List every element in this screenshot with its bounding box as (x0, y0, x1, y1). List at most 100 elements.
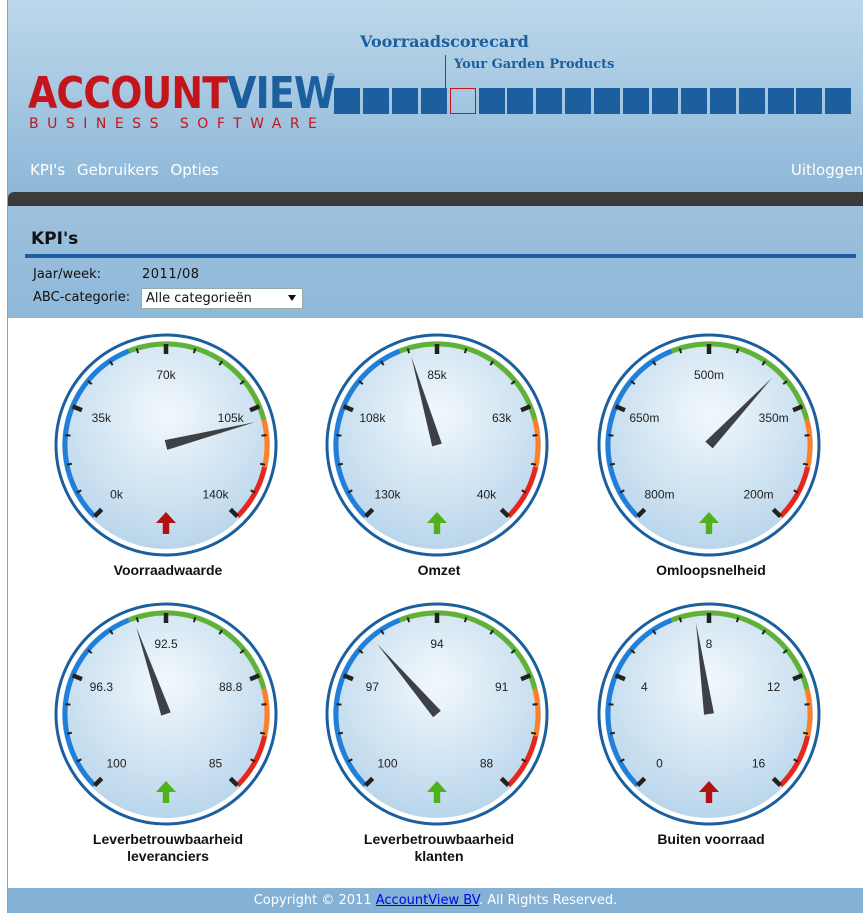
year-week-label: Jaar/week: (33, 267, 102, 282)
week-square (362, 88, 389, 114)
gauge-dial: 0 4 8 12 16 (597, 602, 821, 826)
gauge-minor-tick (530, 731, 537, 735)
footer-company-link[interactable]: AccountView BV (376, 893, 479, 908)
header-divider-bar (8, 192, 863, 206)
gauge-dial: 100 97 94 91 88 (325, 602, 549, 826)
gauge-minor-tick (678, 617, 683, 623)
gauge-tick-label: 97 (366, 680, 380, 694)
gauge-minor-tick (259, 731, 266, 735)
gauge-minor-tick (735, 348, 740, 354)
logo-part-view: VIEW (227, 68, 335, 119)
week-marker-line (445, 55, 446, 88)
nav-gebruikers[interactable]: Gebruikers (77, 161, 159, 179)
gauge-card: 0k 35k 70k 105k 140k Voorraadwaarde (53, 332, 283, 579)
gauge-title-line: Buiten voorraad (657, 831, 765, 847)
gauge-card: 130k 108k 85k 63k 40k Omzet (324, 332, 554, 579)
gauge-title: Leverbetrouwbaarheid klanten (324, 831, 554, 865)
week-square (767, 88, 794, 114)
gauge-tick-label: 4 (641, 680, 648, 694)
gauge-tick-label: 800m (644, 487, 674, 501)
nav-opties[interactable]: Opties (170, 161, 218, 179)
gauge-minor-tick (609, 462, 616, 466)
gauge-tick-label: 16 (752, 756, 766, 770)
gauge-tick-label: 85 (209, 756, 223, 770)
year-week-value: 2011/08 (142, 267, 200, 282)
header: ACCOUNTVIEW ® BUSINESS SOFTWARE Voorraad… (8, 0, 863, 206)
gauge-tick-label: 500m (694, 368, 724, 382)
page-frame: ACCOUNTVIEW ® BUSINESS SOFTWARE Voorraad… (8, 0, 863, 913)
week-square (680, 88, 707, 114)
gauge-tick-label: 92.5 (154, 637, 178, 651)
week-square (478, 88, 505, 114)
company-name: Your Garden Products (454, 57, 615, 72)
gauge-minor-tick (66, 731, 73, 735)
gauge-minor-tick (337, 731, 344, 735)
gauge-title-line: klanten (414, 848, 464, 864)
gauge-card: 0 4 8 12 16 Buiten voorraad (596, 601, 826, 848)
gauge-tick-label: 105k (218, 411, 245, 425)
gauge-minor-tick (802, 731, 809, 735)
gauge-tick-label: 88 (480, 756, 494, 770)
week-square (623, 88, 649, 114)
gauge-tick-label: 350m (759, 411, 789, 425)
gauge-tick-label: 85k (427, 368, 447, 382)
gauge-title: Buiten voorraad (596, 831, 826, 848)
left-border (0, 0, 8, 913)
gauge-card: 800m 650m 500m 350m 200m Omloopsnelheid (596, 332, 826, 579)
gauge-tick-label: 94 (430, 637, 444, 651)
gauge-tick-label: 63k (492, 411, 512, 425)
gauge-tick-label: 70k (156, 368, 176, 382)
logo-wordmark: ACCOUNTVIEW (28, 72, 336, 116)
gauge-title: Omloopsnelheid (596, 562, 826, 579)
gauge-card: 100 97 94 91 88 Leverbetrouwbaarheid klanten (324, 601, 554, 865)
gauge-title-line: Omloopsnelheid (656, 562, 766, 578)
logo-registered-mark: ® (326, 72, 336, 83)
chevron-down-icon[interactable] (288, 295, 296, 301)
footer: Copyright © 2011 AccountView BV. All Rig… (8, 888, 863, 913)
logout-link[interactable]: Uitloggen (791, 161, 863, 179)
gauge-card: 100 96.3 92.5 88.8 85 Leverbetrouwbaarheid lev… (53, 601, 283, 865)
week-square-current (449, 88, 476, 114)
week-square (796, 88, 823, 114)
gauge-minor-tick (609, 731, 616, 735)
gauge-minor-tick (192, 617, 197, 623)
week-square (334, 88, 360, 114)
week-square (709, 88, 736, 114)
gauge-dial: 800m 650m 500m 350m 200m (597, 333, 821, 557)
gauge-minor-tick (463, 348, 468, 354)
week-square (738, 88, 765, 114)
app-title: Voorraadscorecard (360, 32, 529, 51)
gauge-tick-label: 40k (477, 487, 497, 501)
gauge-tick-label: 0 (656, 756, 663, 770)
gauge-tick-label: 91 (495, 680, 509, 694)
gauge-tick-label: 35k (92, 411, 112, 425)
gauge-dial: 0k 35k 70k 105k 140k (54, 333, 278, 557)
gauge-minor-tick (337, 462, 344, 466)
gauge-title-line: Voorraadwaarde (113, 562, 223, 578)
gauge-dial: 130k 108k 85k 63k 40k (325, 333, 549, 557)
gauge-minor-tick (135, 617, 140, 623)
gauge-minor-tick (259, 462, 266, 466)
logo-part-account: ACCOUNT (28, 68, 228, 119)
gauge-title: Voorraadwaarde (53, 562, 283, 579)
gauge-title: Omzet (324, 562, 554, 579)
page-title: KPI's (31, 229, 79, 249)
nav-kpis[interactable]: KPI's (30, 161, 65, 179)
gauge-title-line: Leverbetrouwbaarheid (363, 831, 515, 847)
accountview-logo: ACCOUNTVIEW ® BUSINESS SOFTWARE (28, 72, 385, 133)
main-nav: KPI's Gebruikers Opties (30, 161, 226, 179)
logo-subtitle: BUSINESS SOFTWARE (29, 116, 326, 132)
week-square (391, 88, 418, 114)
gauge-tick-label: 8 (706, 637, 713, 651)
footer-copyright-prefix: Copyright © 2011 (253, 893, 376, 908)
gauge-tick-label: 108k (359, 411, 386, 425)
gauge-tick-label: 96.3 (90, 680, 114, 694)
gauge-tick-label: 88.8 (219, 680, 243, 694)
footer-copyright-suffix: . All Rights Reserved. (478, 893, 618, 908)
gauge-minor-tick (66, 462, 73, 466)
gauge-minor-tick (530, 462, 537, 466)
week-square (420, 88, 447, 114)
abc-category-select[interactable]: Alle categorieën (141, 288, 303, 309)
week-square (825, 88, 852, 114)
gauge-minor-tick (406, 617, 411, 623)
